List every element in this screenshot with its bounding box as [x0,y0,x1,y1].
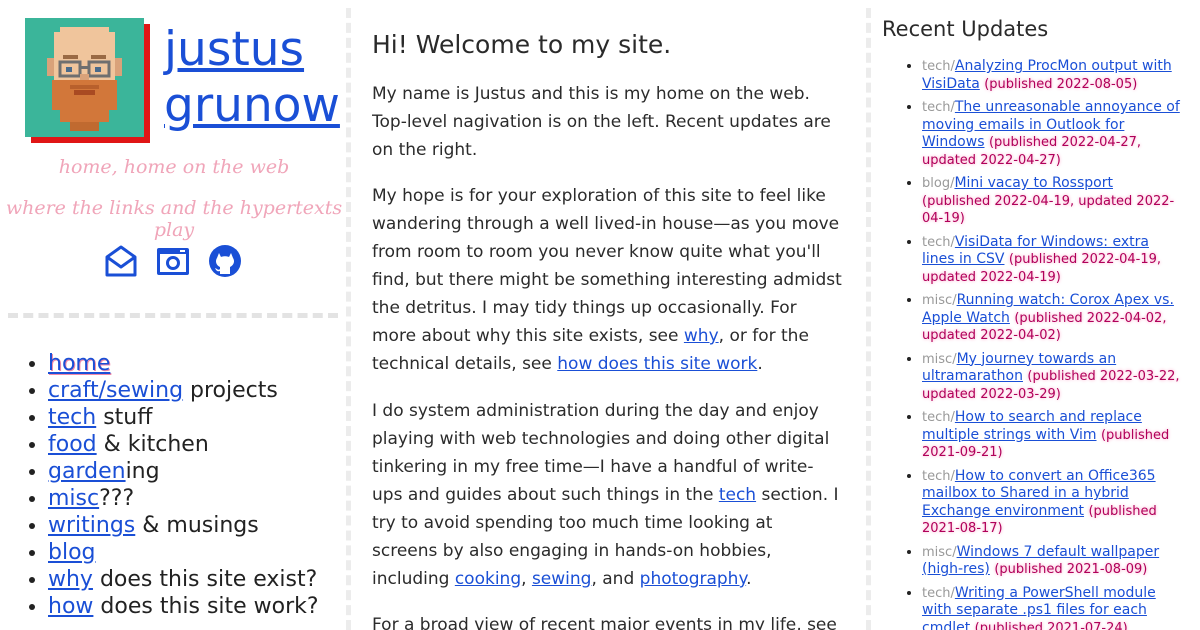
recent-updates-list: tech/Analyzing ProcMon output with VisiD… [882,58,1182,630]
nav-link-blog[interactable]: blog [48,540,96,565]
nav-item-blog: blog [48,539,319,566]
paragraph-text: , [521,569,532,589]
social-links [104,244,242,278]
update-item: misc/My journey towards an ultramarathon… [922,351,1182,404]
nav-item-craft: craft/sewing projects [48,377,319,404]
left-sidebar: justus grunow home, home on the web wher… [0,0,348,630]
tech-link[interactable]: tech [719,485,756,505]
nav-item-tech: tech stuff [48,404,319,431]
main-content: Hi! Welcome to my site. My name is Justu… [372,0,844,630]
sidebar-divider [8,313,338,318]
how-does-this-site-work-link[interactable]: how does this site work [557,354,757,374]
update-item: tech/Analyzing ProcMon output with VisiD… [922,58,1182,93]
update-item: tech/How to convert an Office365 mailbox… [922,468,1182,538]
nav-item-misc: misc??? [48,485,319,512]
update-category: tech/ [922,468,955,484]
sewing-link[interactable]: sewing [532,569,592,589]
nav-suffix: does this site exist? [92,567,318,592]
nav-link-misc[interactable]: misc [48,486,99,511]
nav-item-home: home [48,350,319,377]
nav-link-writings[interactable]: writings [48,513,135,538]
avatar [25,18,150,143]
avatar-image [25,18,144,137]
update-dates: (published 2022-08-05) [984,76,1138,92]
nav-suffix: projects [183,378,278,403]
paragraph-text: , and [591,569,640,589]
update-item: tech/How to search and replace multiple … [922,409,1182,462]
pixel-portrait-icon [25,18,144,137]
update-category: tech/ [922,234,955,250]
nav-link-tech[interactable]: tech [48,405,96,430]
update-item: blog/Mini vacay to Rossport (published 2… [922,175,1182,228]
nav-suffix: ??? [99,486,135,511]
update-dates: (published 2022-04-19, updated 2022-04-1… [922,193,1175,227]
update-item: tech/Writing a PowerShell module with se… [922,585,1182,630]
envelope-icon[interactable] [104,244,138,278]
nav-link-home[interactable]: home [48,351,110,376]
site-name-last[interactable]: grunow [164,78,340,134]
nav-item-food: food & kitchen [48,431,319,458]
paragraph-text: . [746,569,752,589]
nav-suffix: stuff [96,405,153,430]
nav-suffix: & musings [135,513,259,538]
tagline-line-1: home, home on the web [58,156,290,178]
update-category: tech/ [922,410,955,425]
photography-link[interactable]: photography [640,569,746,589]
nav-suffix: does this site work? [93,594,319,619]
nav-link-craft-sewing[interactable]: craft/sewing [48,378,183,403]
nav-suffix: & kitchen [96,432,209,457]
nav-link-food[interactable]: food [48,432,97,457]
nav-link-how[interactable]: how [48,594,93,619]
update-category: blog/ [922,176,955,191]
site-name-first[interactable]: justus [164,22,340,78]
nav-item-writings: writings & musings [48,512,319,539]
recent-updates-panel: Recent Updates tech/Analyzing ProcMon ou… [882,0,1200,630]
main-nav: home craft/sewing projects tech stuff fo… [0,350,319,620]
update-category: misc/ [922,351,957,367]
update-item: tech/The unreasonable annoyance of movin… [922,99,1182,169]
site-name: justus grunow [164,22,340,134]
camera-icon[interactable] [156,244,190,278]
update-category: tech/ [922,585,955,601]
recent-updates-heading: Recent Updates [882,17,1049,41]
column-divider-left [346,8,351,630]
nav-link-why[interactable]: why [48,567,93,592]
update-item: misc/Windows 7 default wallpaper (high-r… [922,544,1182,579]
page-title: Hi! Welcome to my site. [372,30,672,59]
paragraph-text: My hope is for your exploration of this … [372,186,842,346]
update-dates: (published 2021-07-24) [974,620,1128,630]
github-icon[interactable] [208,244,242,278]
update-category: misc/ [922,293,957,308]
nav-item-garden: gardening [48,458,319,485]
cooking-link[interactable]: cooking [455,569,521,589]
update-item: misc/Running watch: Corox Apex vs. Apple… [922,292,1182,345]
recent-events-paragraph: For a broad view of recent major events … [372,615,837,630]
column-divider-right [866,8,871,630]
nav-suffix: ing [125,459,160,484]
update-category: misc/ [922,544,957,560]
paragraph-text: . [757,354,763,374]
update-item: tech/VisiData for Windows: extra lines i… [922,234,1182,287]
nav-item-how: how does this site work? [48,593,319,620]
hobbies-paragraph: I do system administration during the da… [372,397,842,593]
why-link[interactable]: why [684,326,719,346]
nav-link-garden[interactable]: garden [48,459,126,484]
update-link[interactable]: Mini vacay to Rossport [954,175,1113,191]
tagline-line-2: where the links and the hypertexts play [5,197,343,241]
update-category: tech/ [922,100,955,115]
exploration-paragraph: My hope is for your exploration of this … [372,182,842,378]
update-dates: (published 2021-08-09) [994,562,1148,577]
intro-paragraph: My name is Justus and this is my home on… [372,84,831,160]
nav-item-why: why does this site exist? [48,566,319,593]
update-category: tech/ [922,59,955,74]
